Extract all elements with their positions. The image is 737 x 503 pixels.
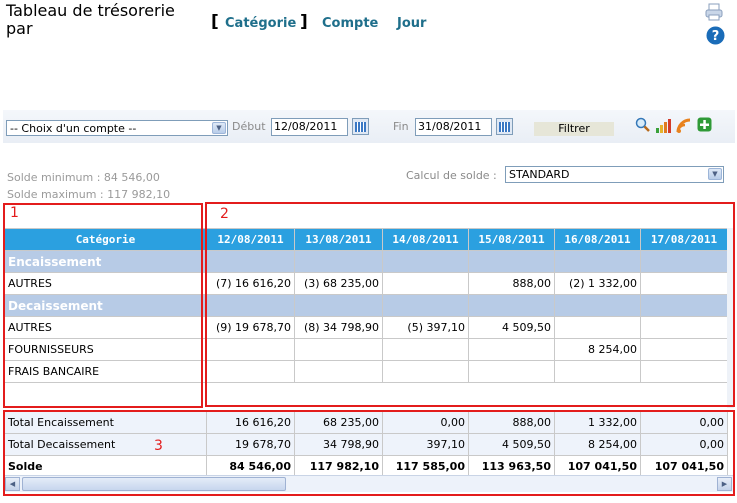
annotation-label-3: 3 — [154, 438, 163, 454]
svg-text:?: ? — [712, 29, 720, 44]
bracket-open: [ — [211, 12, 219, 32]
calcul-solde-label: Calcul de solde : — [406, 169, 497, 182]
solde-minimum: Solde minimum : 84 546,00 — [7, 171, 160, 184]
calcul-solde-select[interactable]: STANDARD ▼ — [505, 166, 724, 183]
solde-maximum: Solde maximum : 117 982,10 — [7, 188, 171, 201]
calendar-icon[interactable] — [352, 118, 369, 135]
fin-date-field[interactable]: 31/08/2011 — [415, 118, 492, 136]
chart-icon[interactable] — [655, 119, 671, 133]
nav-compte[interactable]: Compte — [322, 16, 378, 31]
annotation-box-3 — [3, 410, 735, 496]
annotation-label-2: 2 — [220, 206, 229, 222]
debut-date-field[interactable]: 12/08/2011 — [271, 118, 348, 136]
fin-label: Fin — [393, 120, 409, 133]
annotation-box-1 — [3, 203, 203, 408]
page-title-line2: par — [6, 19, 33, 38]
chevron-down-icon[interactable]: ▼ — [708, 168, 722, 180]
search-icon[interactable] — [635, 117, 651, 133]
annotation-label-1: 1 — [10, 205, 19, 221]
nav-categorie[interactable]: Catégorie — [225, 16, 296, 31]
calcul-solde-value: STANDARD — [509, 168, 570, 181]
account-select[interactable]: -- Choix d'un compte -- ▼ — [6, 120, 228, 136]
debut-label: Début — [232, 120, 266, 133]
calendar-icon[interactable] — [496, 118, 513, 135]
rss-icon[interactable] — [676, 118, 692, 134]
print-icon[interactable] — [705, 3, 723, 21]
chevron-down-icon[interactable]: ▼ — [212, 122, 226, 134]
add-icon[interactable] — [697, 117, 712, 132]
filter-toolbar: -- Choix d'un compte -- ▼ Début 12/08/20… — [3, 110, 735, 143]
annotation-box-2 — [205, 202, 735, 407]
page-title-line1: Tableau de trésorerie — [6, 1, 175, 20]
account-select-value: -- Choix d'un compte -- — [10, 122, 137, 135]
filter-button[interactable]: Filtrer — [534, 122, 614, 136]
page-title: Tableau de trésorerie par — [6, 2, 175, 38]
bracket-close: ] — [300, 12, 308, 32]
nav-jour[interactable]: Jour — [397, 16, 426, 31]
help-icon[interactable]: ? — [706, 26, 725, 45]
